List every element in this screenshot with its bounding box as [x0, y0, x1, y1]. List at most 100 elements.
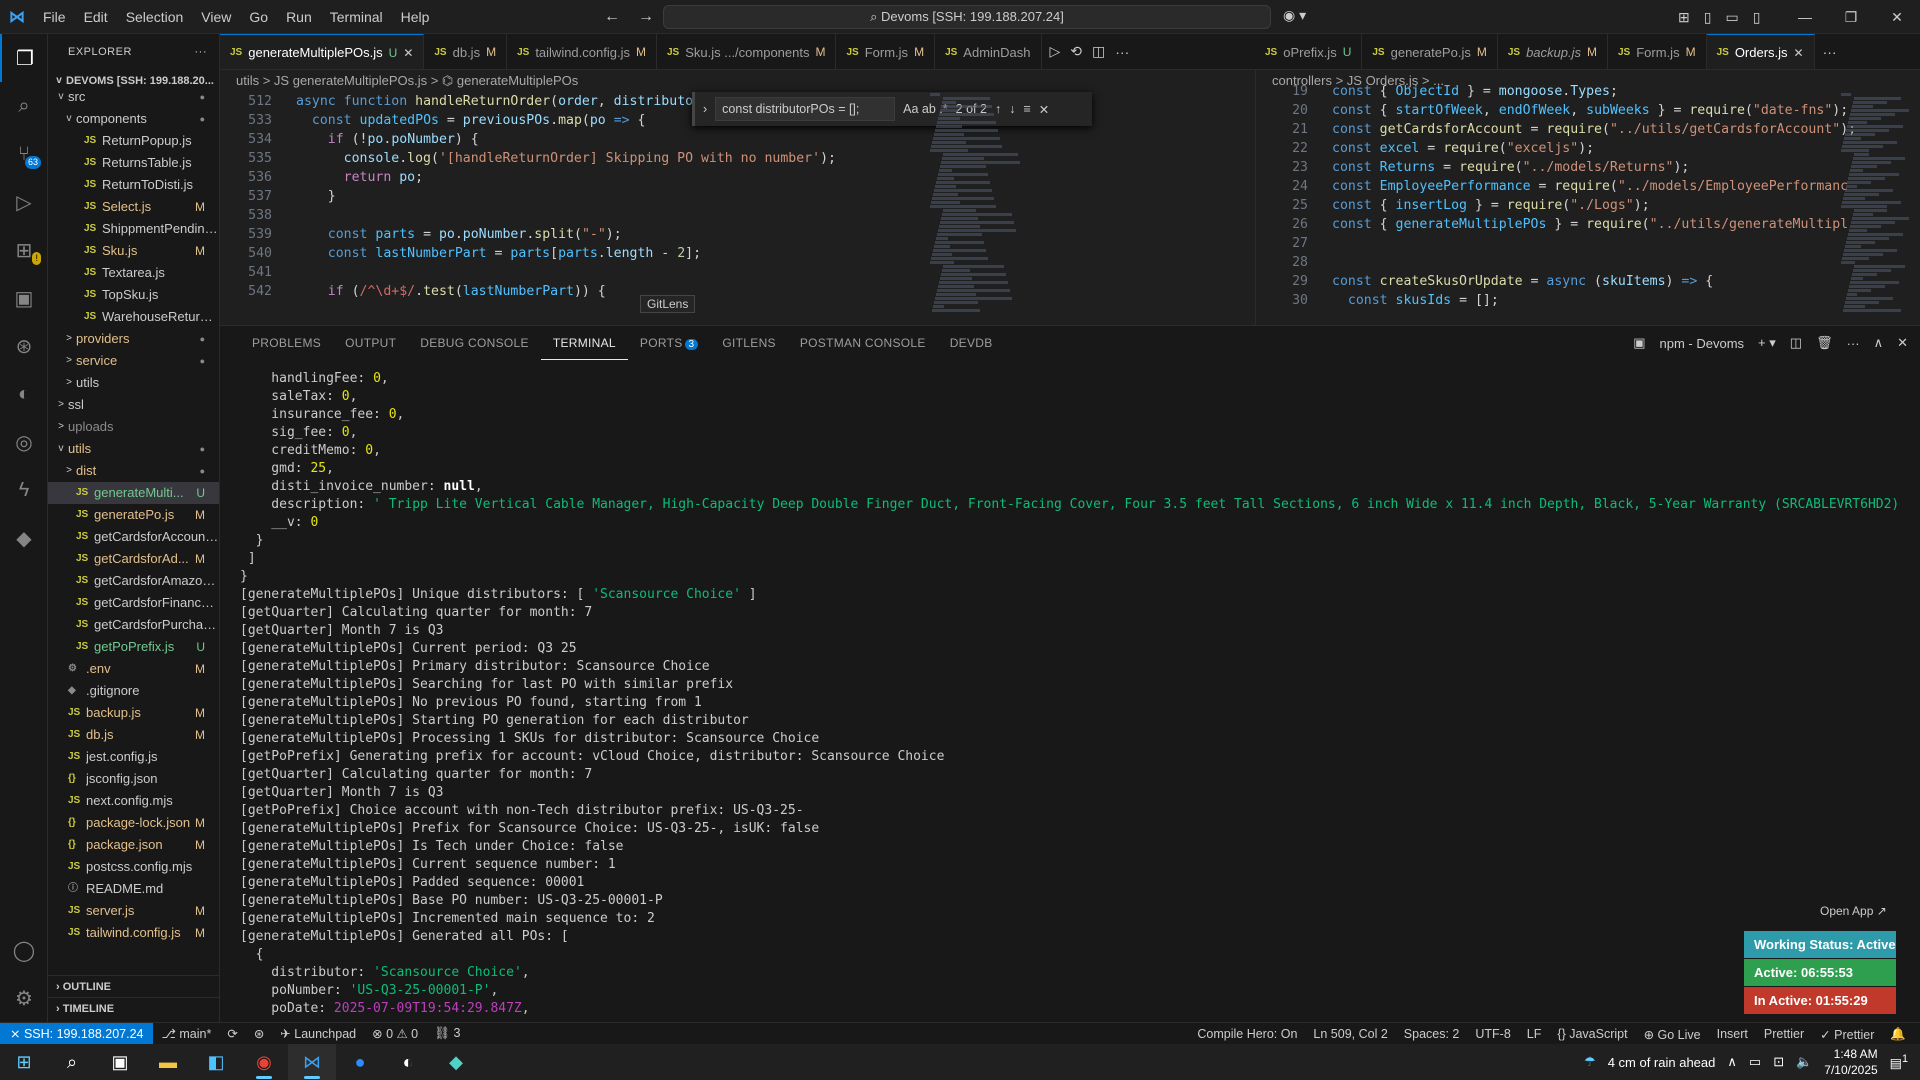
restore-icon[interactable]: ❐	[1828, 0, 1874, 34]
tree-item[interactable]: > utils	[48, 372, 219, 394]
menu-file[interactable]: File	[34, 0, 75, 34]
editor-tab[interactable]: JS oPrefix.js U	[1255, 34, 1363, 69]
split-editor-icon[interactable]: ◫	[1092, 43, 1105, 60]
code-area[interactable]: 19 const { ObjectId } = mongoose.Types; 2…	[1256, 82, 1856, 310]
panel-tab-debug-console[interactable]: DEBUG CONSOLE	[408, 326, 541, 360]
status-item[interactable]: UTF-8	[1467, 1027, 1518, 1041]
minimap[interactable]	[930, 92, 1030, 325]
maximize-panel-icon[interactable]: ∧	[1874, 335, 1884, 351]
editor-tab[interactable]: JS backup.js M	[1497, 34, 1608, 69]
toggle-panel-icon[interactable]: ▭	[1725, 9, 1738, 26]
remote-explorer-icon[interactable]: ▣	[0, 274, 48, 322]
minimap[interactable]	[1841, 92, 1911, 325]
launchpad[interactable]: ✈ Launchpad	[272, 1026, 364, 1041]
panel-tab-terminal[interactable]: TERMINAL	[540, 326, 628, 360]
status-item[interactable]: Ln 509, Col 2	[1305, 1027, 1395, 1041]
extensions-icon[interactable]: ⊞!	[0, 226, 48, 274]
tree-item[interactable]: JS getCardsforFinance.js	[48, 592, 219, 614]
editor-right[interactable]: controllers > JS Orders.js > ... 19 const…	[1255, 70, 1920, 325]
status-item[interactable]: {} JavaScript	[1549, 1027, 1635, 1041]
panel-tab-problems[interactable]: PROBLEMS	[240, 326, 333, 360]
tree-item[interactable]: JS Sku.js M	[48, 240, 219, 262]
close-icon[interactable]: ✕	[403, 46, 413, 60]
toggle-sidebar-icon[interactable]: ▯	[1704, 9, 1712, 26]
tree-item[interactable]: > ssl	[48, 394, 219, 416]
tree-item[interactable]: JS tailwind.config.js M	[48, 922, 219, 944]
more-actions-icon[interactable]: ···	[195, 46, 208, 58]
file-explorer-icon[interactable]: ▬	[144, 1044, 192, 1080]
tree-item[interactable]: JS postcss.config.mjs	[48, 856, 219, 878]
clock[interactable]: 1:48 AM 7/10/2025	[1824, 1046, 1877, 1078]
tree-item[interactable]: JS backup.js M	[48, 702, 219, 724]
accounts-icon[interactable]: ◯	[0, 926, 48, 974]
weather-text[interactable]: 4 cm of rain ahead	[1608, 1055, 1716, 1070]
editor-tab[interactable]: JS generatePo.js M	[1362, 34, 1498, 69]
status-item[interactable]: ⊕ Go Live	[1636, 1027, 1709, 1042]
problems-indicator[interactable]: ⊗ 0 ⚠ 0	[364, 1026, 426, 1041]
ports-indicator[interactable]: ⛓ 3	[426, 1026, 468, 1041]
toggle-secondary-sidebar-icon[interactable]: ▯	[1753, 9, 1761, 26]
close-panel-icon[interactable]: ✕	[1897, 335, 1908, 351]
tree-item[interactable]: JS next.config.mjs	[48, 790, 219, 812]
compare-icon[interactable]: ⟲	[1070, 43, 1082, 60]
minimize-icon[interactable]: —	[1782, 0, 1828, 34]
close-window-icon[interactable]: ✕	[1874, 0, 1920, 34]
editor-tab[interactable]: JS AdminDash	[935, 34, 1042, 69]
panel-tab-gitlens[interactable]: GITLENS	[710, 326, 787, 360]
back-arrow-icon[interactable]: ←	[604, 8, 620, 26]
editor-left[interactable]: utils > JS generateMultiplePOs.js > ⌬ ge…	[220, 70, 1255, 325]
tree-item[interactable]: JS getCardsforAmazon.js	[48, 570, 219, 592]
timeline-section[interactable]: › TIMELINE	[48, 997, 219, 1019]
tree-item[interactable]: {} package.json M	[48, 834, 219, 856]
command-center[interactable]: ⌕ Devoms [SSH: 199.188.207.24]	[663, 5, 1271, 29]
terminal-output[interactable]: handlingFee: 0, saleTax: 0, insurance_fe…	[240, 370, 1900, 1020]
menu-go[interactable]: Go	[240, 0, 277, 34]
tree-item[interactable]: v utils ●	[48, 438, 219, 460]
tree-item[interactable]: ⚙ .env M	[48, 658, 219, 680]
status-item[interactable]: ✓ Prettier	[1812, 1027, 1882, 1042]
tree-item[interactable]: {} package-lock.json M	[48, 812, 219, 834]
more-actions-icon[interactable]: ···	[1115, 44, 1129, 60]
store-icon[interactable]: ◧	[192, 1044, 240, 1080]
copilot-icon[interactable]: ◉ ▾	[1283, 7, 1306, 24]
tree-item[interactable]: ◆ .gitignore	[48, 680, 219, 702]
tree-item[interactable]: JS db.js M	[48, 724, 219, 746]
editor-tab[interactable]: JS generateMultiplePOs.js U ✕	[220, 34, 425, 69]
tree-item[interactable]: JS ReturnPopup.js	[48, 130, 219, 152]
tree-item[interactable]: ⓘ README.md	[48, 878, 219, 900]
tree-item[interactable]: v components ●	[48, 108, 219, 130]
outline-section[interactable]: › OUTLINE	[48, 975, 219, 997]
find-widget[interactable]: › const distributorPOs = []; Aa ab .* 2 …	[692, 92, 1092, 126]
customize-layout-icon[interactable]: ⊞	[1678, 9, 1690, 26]
tree-item[interactable]: > dist ●	[48, 460, 219, 482]
app-icon-2[interactable]: ◆	[432, 1044, 480, 1080]
editor-tab[interactable]: JS Sku.js .../components M	[656, 34, 837, 69]
run-debug-icon[interactable]: ▷	[0, 178, 48, 226]
source-control-icon[interactable]: ⑂ 63	[0, 130, 48, 178]
search-icon[interactable]: ⌕	[48, 1044, 96, 1080]
gitlens-icon[interactable]: ⊛	[0, 322, 48, 370]
gitlens-status-icon[interactable]: ⊛	[246, 1026, 272, 1041]
tree-item[interactable]: JS ShippmentPending...	[48, 218, 219, 240]
tree-item[interactable]: JS getCardsforAd... M	[48, 548, 219, 570]
panel-tab-devdb[interactable]: DEVDB	[938, 326, 1005, 360]
search-activity-icon[interactable]: ⌕	[0, 82, 48, 130]
settings-gear-icon[interactable]: ⚙	[0, 974, 48, 1022]
vscode-taskbar-icon[interactable]: ⋈	[288, 1044, 336, 1080]
remote-indicator[interactable]: ⨯ SSH: 199.188.207.24	[0, 1022, 154, 1045]
breadcrumb[interactable]: utils > JS generateMultiplePOs.js > ⌬ ge…	[220, 70, 1255, 92]
chevron-up-icon[interactable]: ∧	[1727, 1054, 1737, 1070]
python-icon[interactable]: ◆	[0, 514, 48, 562]
tree-item[interactable]: JS Select.js M	[48, 196, 219, 218]
editor-tab[interactable]: JS Form.js M	[836, 34, 936, 69]
menu-terminal[interactable]: Terminal	[321, 0, 392, 34]
network-icon[interactable]: ⊡	[1773, 1054, 1784, 1070]
terminal-name[interactable]: npm - Devoms	[1660, 336, 1745, 351]
tree-item[interactable]: > uploads	[48, 416, 219, 438]
editor-tab[interactable]: JS Orders.js ✕	[1706, 34, 1815, 69]
gitlens-inspect-icon[interactable]: ◎	[0, 418, 48, 466]
explorer-icon[interactable]: ❐	[0, 34, 48, 82]
menu-selection[interactable]: Selection	[117, 0, 193, 34]
tree-item[interactable]: JS server.js M	[48, 900, 219, 922]
panel-tab-postman-console[interactable]: POSTMAN CONSOLE	[788, 326, 938, 360]
